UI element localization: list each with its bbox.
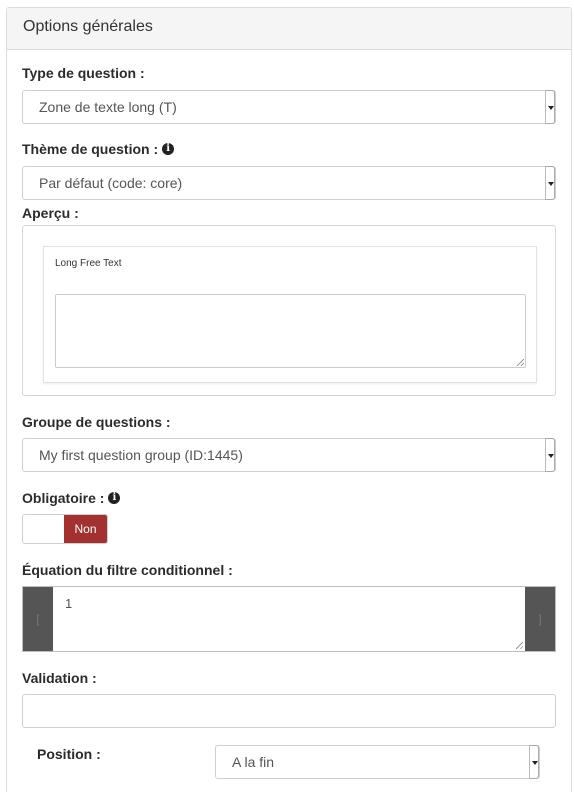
position-select[interactable]: A la fin [215,745,540,779]
condition-equation-value: 1 [65,596,73,611]
question-theme-value: Par défaut (code: core) [39,175,183,191]
preview-frame: Long Free Text [22,225,556,396]
right-bracket-gutter: ] [525,587,555,651]
preview-question-text: Long Free Text [55,258,122,269]
question-group-select[interactable]: My first question group (ID:1445) [22,438,556,472]
condition-equation-editor[interactable]: [ 1 ] [22,586,556,652]
validation-label: Validation : [22,670,97,686]
validation-label-text: Validation : [22,670,97,686]
preview-label-text: Aperçu : [22,205,79,221]
mandatory-toggle[interactable]: Non [22,514,108,544]
position-label-text: Position : [37,746,101,762]
left-bracket-gutter: [ [23,587,53,651]
preview-label: Aperçu : [22,205,79,221]
preview-question-card: Long Free Text [43,246,537,383]
toggle-off-label: Non [64,515,107,543]
mandatory-label: Obligatoire : i [22,490,121,506]
question-type-value: Zone de texte long (T) [39,99,177,115]
question-theme-label: Thème de question : i [22,141,175,157]
question-type-label-text: Type de question : [22,65,145,81]
position-label: Position : [37,746,101,762]
panel-title: Options générales [7,8,571,50]
chevron-down-icon[interactable] [545,166,555,200]
chevron-down-icon[interactable] [545,438,555,472]
question-group-value: My first question group (ID:1445) [39,447,243,463]
preview-answer-textarea[interactable] [55,294,526,368]
question-group-label: Groupe de questions : [22,414,171,430]
validation-input[interactable] [22,694,556,728]
question-group-label-text: Groupe de questions : [22,414,171,430]
chevron-down-icon[interactable] [529,745,539,779]
question-theme-label-text: Thème de question : [22,141,159,157]
info-icon[interactable]: i [108,492,121,504]
info-icon[interactable]: i [162,143,175,155]
question-type-label: Type de question : [22,65,145,81]
question-type-select[interactable]: Zone de texte long (T) [22,90,556,124]
resize-grip-icon[interactable] [517,359,524,366]
position-value: A la fin [232,754,275,770]
mandatory-label-text: Obligatoire : [22,490,105,506]
resize-grip-icon[interactable] [516,642,523,649]
condition-label: Équation du filtre conditionnel : [22,562,233,578]
question-theme-select[interactable]: Par défaut (code: core) [22,166,556,200]
chevron-down-icon[interactable] [545,90,555,124]
condition-label-text: Équation du filtre conditionnel : [22,562,233,578]
